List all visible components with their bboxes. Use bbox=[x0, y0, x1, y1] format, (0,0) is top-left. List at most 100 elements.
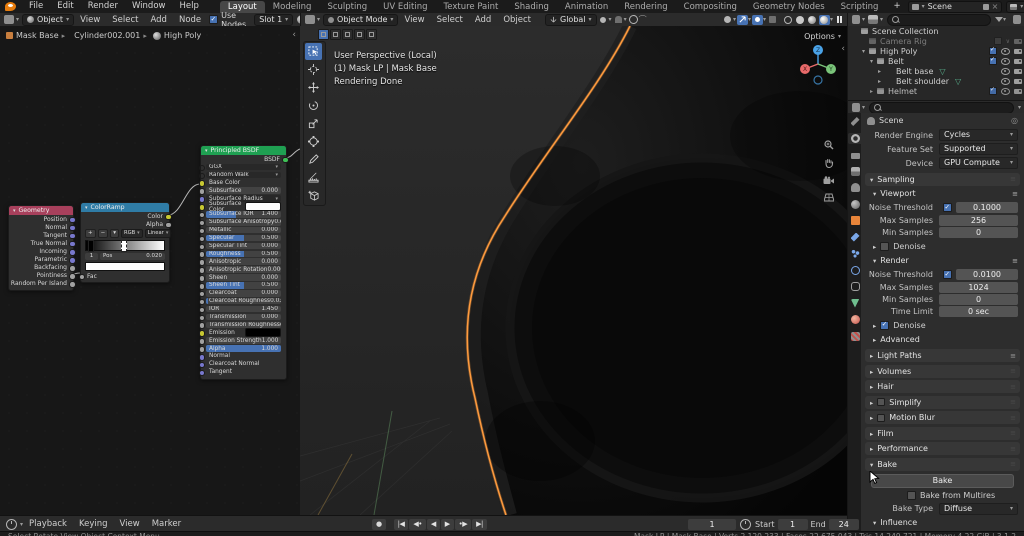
select-mode-button[interactable] bbox=[330, 29, 341, 40]
node-input-row[interactable]: Clearcoat Normal bbox=[198, 360, 286, 369]
input-socket[interactable] bbox=[198, 369, 205, 377]
frame-start-field[interactable]: 1 bbox=[777, 518, 808, 530]
checkbox[interactable] bbox=[907, 491, 916, 500]
editor-type-icon[interactable] bbox=[4, 15, 14, 24]
input-socket[interactable] bbox=[78, 273, 85, 281]
properties-tab[interactable] bbox=[848, 149, 862, 160]
transport-button[interactable]: ◀ bbox=[426, 518, 440, 530]
node-slider-row[interactable]: Subsurface IOR 1.400 bbox=[198, 210, 286, 219]
viewport-menu[interactable]: Object bbox=[497, 15, 537, 25]
node-slider-row[interactable]: Subsurface Anisotropy0.000 bbox=[198, 218, 286, 227]
sidebar-collapse-icon[interactable]: ‹ bbox=[841, 44, 845, 54]
workspace-tab[interactable]: Animation bbox=[557, 1, 616, 13]
perspective-toggle-icon[interactable] bbox=[822, 191, 835, 204]
number-field[interactable]: 0.1000 bbox=[956, 202, 1018, 213]
disable-render-icon[interactable] bbox=[1014, 88, 1022, 94]
properties-tab[interactable] bbox=[848, 314, 862, 325]
properties-section-header[interactable]: Film ≡ ≡ bbox=[865, 426, 1020, 440]
transform-tool[interactable] bbox=[305, 133, 322, 150]
proportional-editing-toggle[interactable] bbox=[628, 15, 639, 25]
color-mode-dropdown[interactable]: RGB ▾ bbox=[120, 229, 143, 239]
node-slider-row[interactable]: Clearcoat 0.000 bbox=[198, 289, 286, 298]
topbar-menu[interactable]: File bbox=[22, 0, 50, 13]
topbar-menu[interactable]: Edit bbox=[50, 0, 80, 13]
workspace-tab[interactable]: Shading bbox=[506, 1, 557, 13]
node-slider-row[interactable]: Specular 0.500 bbox=[198, 234, 286, 243]
checkbox[interactable] bbox=[943, 270, 952, 279]
hide-viewport-icon[interactable] bbox=[1001, 67, 1010, 75]
interpolation-dropdown[interactable]: Linear ▾ bbox=[144, 229, 172, 239]
node-slider-row[interactable]: Clearcoat Roughness0.030 bbox=[198, 297, 286, 306]
delete-stop-button[interactable]: − bbox=[97, 229, 109, 239]
bake-button[interactable]: Bake bbox=[871, 473, 1014, 488]
disable-render-icon[interactable] bbox=[1014, 58, 1022, 64]
outliner-search-input[interactable] bbox=[887, 13, 991, 26]
mode-dropdown[interactable]: Object Mode ▾ bbox=[323, 13, 399, 26]
properties-checkbox-row[interactable]: Bake from Multires bbox=[861, 490, 1024, 502]
preset-icon[interactable]: ≡ bbox=[1010, 352, 1016, 360]
properties-tab[interactable] bbox=[848, 132, 862, 144]
number-field[interactable]: 256 bbox=[939, 215, 1018, 226]
unlink-scene-icon[interactable]: × bbox=[992, 2, 999, 11]
shader-editor[interactable]: Mask BaseCylinder002.001High Poly ‹ Geom… bbox=[0, 26, 300, 515]
outliner-item-label[interactable]: Belt bbox=[888, 57, 904, 66]
pan-hand-icon[interactable] bbox=[822, 156, 835, 169]
node-input-row[interactable]: Tangent bbox=[198, 368, 286, 377]
outliner-row[interactable]: Camera Rig ∨ bbox=[848, 36, 1024, 46]
display-mode-icon[interactable] bbox=[852, 15, 860, 24]
node-input-row[interactable]: Base Color bbox=[198, 179, 286, 187]
properties-tab[interactable] bbox=[848, 248, 862, 259]
properties-section-header[interactable]: Motion Blur ≡ ≡ bbox=[865, 411, 1020, 424]
add-cube-tool[interactable] bbox=[305, 187, 322, 204]
expand-icon[interactable]: ▾ bbox=[859, 48, 868, 55]
properties-toggle-row[interactable]: Denoise bbox=[861, 318, 1024, 333]
expand-icon[interactable]: ▸ bbox=[875, 78, 884, 85]
timeline-menu[interactable]: View bbox=[114, 519, 146, 529]
pivot-point-dropdown[interactable] bbox=[598, 15, 609, 25]
number-field[interactable]: 0 bbox=[939, 227, 1018, 238]
pause-render-button[interactable] bbox=[834, 15, 845, 25]
geometry-node[interactable]: Geometry PositionNormalTangentTrue Norma… bbox=[8, 205, 76, 291]
node-output[interactable]: BSDF bbox=[201, 155, 289, 164]
node-slider-row[interactable]: Alpha 1.000 bbox=[198, 345, 286, 353]
annotate-tool[interactable] bbox=[305, 151, 322, 168]
node-output[interactable]: Tangent bbox=[9, 231, 76, 240]
add-stop-button[interactable]: + bbox=[85, 229, 96, 239]
use-nodes-checkbox[interactable] bbox=[209, 15, 219, 24]
node-slider-row[interactable]: Anisotropic Rotation0.000 bbox=[198, 266, 286, 274]
node-output[interactable]: Color bbox=[81, 212, 172, 221]
stop-index-field[interactable]: 1 bbox=[85, 253, 98, 261]
properties-tab[interactable] bbox=[848, 331, 862, 342]
node-output[interactable]: Pointiness bbox=[9, 272, 76, 280]
properties-tab[interactable] bbox=[848, 215, 862, 226]
select-mode-button[interactable] bbox=[354, 29, 365, 40]
node-slider-row[interactable]: Roughness 0.500 bbox=[198, 250, 286, 258]
hide-viewport-icon[interactable] bbox=[1001, 87, 1010, 95]
colorramp-gradient[interactable] bbox=[85, 240, 165, 253]
ramp-options-button[interactable]: ▾ bbox=[110, 229, 119, 239]
falloff-dropdown[interactable]: ⌒ bbox=[639, 14, 647, 25]
shading-material-button[interactable] bbox=[807, 15, 818, 25]
node-slider-row[interactable]: IOR 1.450 bbox=[198, 305, 286, 314]
dropdown[interactable]: Supported ▾ bbox=[939, 143, 1018, 155]
properties-subsection-header[interactable]: Advanced ≡ bbox=[861, 333, 1024, 347]
node-slider-row[interactable]: Anisotropic 0.000 bbox=[198, 258, 286, 266]
properties-subsection-header[interactable]: Viewport ≡ bbox=[861, 187, 1024, 201]
checkbox[interactable] bbox=[943, 203, 952, 212]
transport-button[interactable]: ◀• bbox=[409, 518, 426, 530]
dropdown[interactable]: Diffuse ▾ bbox=[939, 502, 1018, 515]
preset-icon[interactable]: ≡ bbox=[1012, 257, 1018, 265]
show-gizmo-toggle[interactable] bbox=[722, 15, 733, 25]
workspace-tab[interactable]: Modeling bbox=[265, 1, 320, 13]
select-box-tool[interactable] bbox=[305, 43, 322, 60]
properties-toggle-row[interactable]: Denoise bbox=[861, 239, 1024, 254]
dropdown[interactable]: GPU Compute ▾ bbox=[939, 157, 1018, 169]
properties-tab[interactable] bbox=[848, 281, 862, 292]
cursor-tool[interactable] bbox=[305, 61, 322, 78]
exclude-checkbox[interactable] bbox=[989, 46, 997, 55]
topbar-menu[interactable]: Render bbox=[81, 0, 125, 13]
outliner-row[interactable]: Scene Collection ∨ bbox=[848, 26, 1024, 36]
properties-search-input[interactable] bbox=[869, 101, 1014, 114]
section-checkbox[interactable] bbox=[877, 413, 886, 422]
workspace-tab[interactable]: Texture Paint bbox=[436, 1, 507, 13]
